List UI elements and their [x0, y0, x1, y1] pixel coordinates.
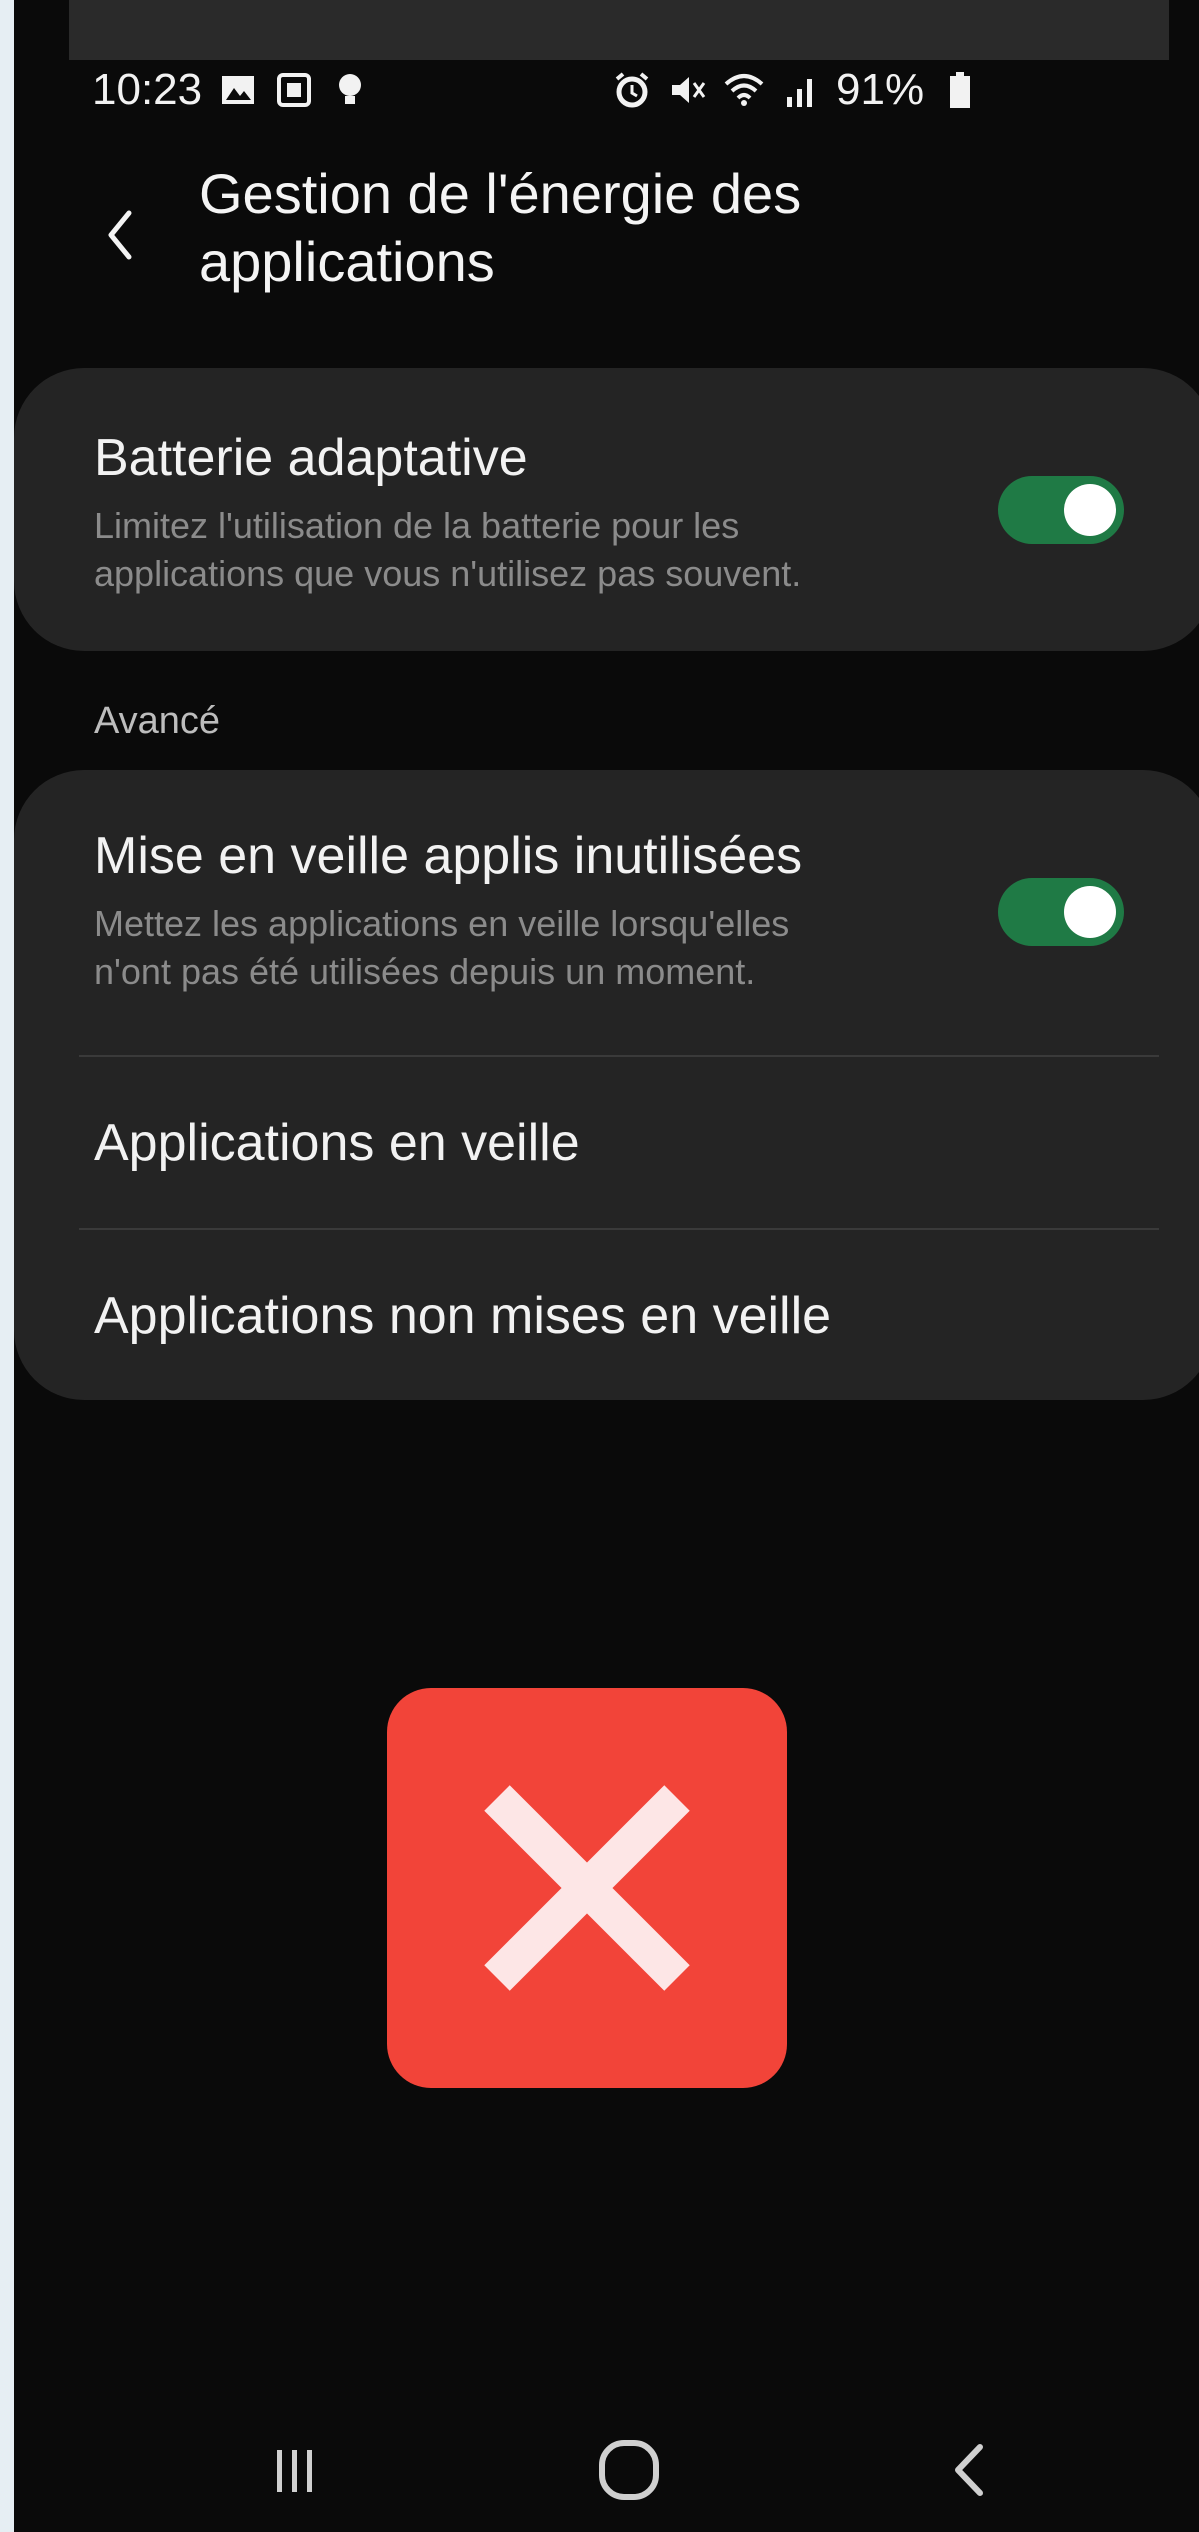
screenshot-icon — [274, 70, 314, 110]
page-title: Gestion de l'énergie des applications — [199, 160, 999, 296]
wifi-icon — [724, 70, 764, 110]
sleep-unused-toggle[interactable] — [998, 878, 1124, 946]
sleep-unused-subtitle-line2: n'ont pas été utilisées depuis un moment… — [94, 951, 756, 992]
chevron-left-icon — [955, 2444, 983, 2496]
page-header: Gestion de l'énergie des applications — [14, 160, 1199, 330]
never-sleeping-apps-item[interactable]: Applications non mises en veille — [94, 1286, 831, 1346]
adaptive-battery-subtitle-line2: applications que vous n'utilisez pas sou… — [94, 553, 802, 594]
adaptive-battery-subtitle: Limitez l'utilisation de la batterie pou… — [94, 502, 994, 598]
signal-icon — [780, 70, 820, 110]
recents-icon — [277, 2450, 312, 2492]
phone-screen: 10:23 91% Gestion de l'énergie des appli… — [14, 0, 1199, 2532]
home-button[interactable] — [584, 2430, 674, 2510]
top-strip — [69, 0, 1169, 60]
sleep-unused-title: Mise en veille applis inutilisées — [94, 827, 803, 885]
recents-button[interactable] — [250, 2430, 340, 2510]
status-time: 10:23 — [92, 65, 203, 114]
close-icon — [484, 1785, 690, 1991]
sleep-unused-subtitle: Mettez les applications en veille lorsqu… — [94, 900, 994, 996]
adaptive-battery-card[interactable]: Batterie adaptative Limitez l'utilisatio… — [14, 368, 1199, 651]
status-bar: 10:23 91% — [92, 60, 1092, 120]
battery-icon — [940, 70, 980, 110]
sleep-unused-subtitle-line1: Mettez les applications en veille lorsqu… — [94, 903, 790, 944]
mute-icon — [668, 70, 708, 110]
adaptive-battery-title: Batterie adaptative — [94, 429, 528, 487]
adaptive-battery-subtitle-line1: Limitez l'utilisation de la batterie pou… — [94, 505, 740, 546]
adaptive-battery-toggle[interactable] — [998, 476, 1124, 544]
alarm-icon — [612, 70, 652, 110]
bulb-icon — [330, 70, 370, 110]
chevron-left-icon — [108, 210, 132, 260]
toggle-knob — [1064, 886, 1116, 938]
back-button[interactable] — [84, 200, 154, 270]
nav-back-button[interactable] — [924, 2430, 1014, 2510]
navigation-bar — [14, 2400, 1199, 2532]
advanced-card: Mise en veille applis inutilisées Mettez… — [14, 770, 1199, 1400]
battery-percent: 91% — [836, 65, 925, 114]
section-label-advanced: Avancé — [94, 700, 221, 742]
divider — [79, 1055, 1159, 1057]
toggle-knob — [1064, 484, 1116, 536]
gallery-icon — [218, 70, 258, 110]
error-badge — [387, 1688, 787, 2088]
home-icon — [599, 2440, 659, 2500]
sleeping-apps-item[interactable]: Applications en veille — [94, 1113, 580, 1173]
divider — [79, 1228, 1159, 1230]
page-title-line1: Gestion de l'énergie des — [199, 162, 802, 225]
page-title-line2: applications — [199, 230, 495, 293]
